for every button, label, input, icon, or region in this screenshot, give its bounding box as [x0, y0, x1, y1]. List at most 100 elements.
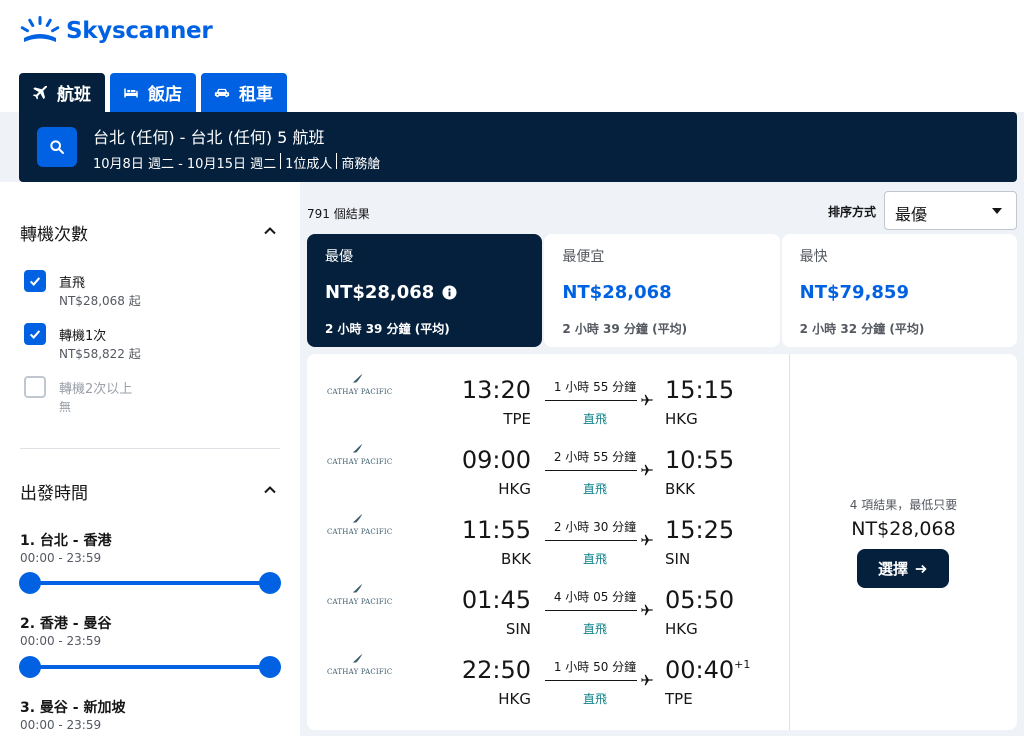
arrival-time: 10:55	[665, 446, 735, 474]
chevron-up-icon[interactable]	[262, 482, 278, 498]
sort-tab-fastest[interactable]: 最快 NT$79,859 2 小時 32 分鐘 (平均)	[781, 234, 1017, 347]
cathay-wing-icon	[352, 373, 363, 383]
stops-label: 直飛	[582, 692, 607, 706]
itinerary-card[interactable]: CATHAY PACIFIC 13:20 TPE 1 小時 55 分鐘 直飛 15:15 H…	[307, 354, 1017, 730]
itinerary-summary: 4 項結果，最低只要 NT$28,068 選擇	[790, 354, 1017, 730]
arrival-time: 15:15	[665, 376, 735, 404]
stop-price: 無	[59, 400, 72, 414]
plane-icon	[641, 394, 653, 406]
sunrise-logo-icon	[20, 16, 60, 42]
divider	[20, 448, 280, 449]
search-dates: 10月8日 週二 - 10月15日 週二	[93, 157, 277, 172]
route-line	[545, 400, 637, 401]
airline-logo: CATHAY PACIFIC	[327, 582, 393, 606]
sort-tab-price: NT$79,859	[799, 282, 909, 303]
cathay-wing-icon	[352, 513, 363, 523]
slider-handle-end[interactable]	[259, 656, 281, 678]
result-count: 791 個結果	[307, 207, 370, 221]
caret-down-icon	[992, 208, 1002, 214]
arrival-time: 05:50	[665, 586, 735, 614]
top-header: Skyscanner 航班 飯店 租車	[0, 0, 1024, 112]
search-icon	[50, 140, 64, 154]
time-range-slider[interactable]	[19, 656, 281, 678]
tab-hotels-label: 飯店	[148, 85, 182, 105]
search-details: 10月8日 週二 - 10月15日 週二 1位成人 商務艙	[93, 153, 380, 172]
departure-time: 22:50	[461, 656, 531, 684]
leg-filter-title: 1. 台北 - 香港	[20, 533, 112, 549]
sort-tab-best[interactable]: 最優 NT$28,068 2 小時 39 分鐘 (平均)	[307, 234, 543, 347]
stop-label: 轉機2次以上	[59, 382, 133, 397]
search-cabin: 商務艙	[341, 157, 381, 172]
leg-filter-range: 00:00 - 23:59	[20, 634, 102, 648]
flight-leg: CATHAY PACIFIC 13:20 TPE 1 小時 55 分鐘 直飛 15:15 H…	[307, 354, 789, 428]
chevron-up-icon[interactable]	[262, 223, 278, 239]
checkbox-one-stop[interactable]	[24, 323, 46, 345]
time-range-slider[interactable]	[19, 572, 281, 594]
airline-name: CATHAY PACIFIC	[327, 598, 393, 606]
select-button[interactable]: 選擇	[857, 549, 949, 588]
flight-leg: CATHAY PACIFIC 01:45 SIN 4 小時 05 分鐘 直飛 05:50 H…	[307, 564, 789, 638]
sort-label: 排序方式	[828, 205, 877, 219]
filter-sidebar: 轉機次數 直飛 NT$28,068 起 轉機1次 NT$58,822 起 轉機2…	[0, 182, 300, 736]
stop-label: 轉機1次	[59, 329, 107, 344]
cathay-wing-icon	[352, 443, 363, 453]
stops-filter-title: 轉機次數	[20, 225, 88, 245]
arrow-right-icon	[915, 564, 927, 573]
tab-flights[interactable]: 航班	[19, 73, 105, 112]
arrival-time-wrap: 10:55	[665, 446, 734, 474]
arrival-time-wrap: 15:15	[665, 376, 734, 404]
tab-cars[interactable]: 租車	[201, 73, 287, 112]
stop-price: NT$58,822 起	[59, 347, 141, 361]
slider-handle-end[interactable]	[259, 572, 281, 594]
sort-value: 最優	[895, 205, 928, 224]
airline-name: CATHAY PACIFIC	[327, 668, 393, 676]
route-line	[545, 470, 637, 471]
cathay-wing-icon	[352, 583, 363, 593]
flight-leg: CATHAY PACIFIC 09:00 HKG 2 小時 55 分鐘 直飛 10:55 B…	[307, 424, 789, 498]
leg-filter-range: 00:00 - 23:59	[20, 551, 102, 565]
sort-tab-price: NT$28,068	[562, 282, 672, 303]
plane-icon	[641, 464, 653, 476]
checkmark-icon	[29, 330, 41, 340]
skyscanner-logo[interactable]: Skyscanner	[20, 14, 213, 48]
arrival-time-wrap: 00:40+1	[665, 656, 750, 684]
arrival-time-wrap: 15:25	[665, 516, 734, 544]
arrival-time: 00:40	[665, 656, 735, 684]
flight-duration: 1 小時 50 分鐘	[553, 660, 637, 674]
search-button[interactable]	[37, 127, 77, 167]
flight-leg: CATHAY PACIFIC 11:55 BKK 2 小時 30 分鐘 直飛 15:25 S…	[307, 494, 789, 568]
stop-option-one-stop[interactable]: 轉機1次 NT$58,822 起	[24, 323, 284, 367]
flight-leg: CATHAY PACIFIC 22:50 HKG 1 小時 50 分鐘 直飛 00:40+…	[307, 634, 789, 708]
sort-tab-price-row: NT$28,068	[325, 282, 457, 303]
plane-icon	[32, 85, 48, 100]
separator	[336, 153, 338, 169]
stop-option-direct[interactable]: 直飛 NT$28,068 起	[24, 270, 284, 314]
sort-tab-name: 最便宜	[562, 249, 605, 265]
leg-filter-title: 3. 曼谷 - 新加坡	[20, 700, 126, 716]
departure-time: 13:20	[461, 376, 531, 404]
separator	[280, 153, 282, 169]
sort-tab-cheapest[interactable]: 最便宜 NT$28,068 2 小時 39 分鐘 (平均)	[544, 234, 780, 347]
checkbox-direct[interactable]	[24, 270, 46, 292]
search-summary-bar[interactable]: 台北 (任何) - 台北 (任何) 5 航班 10月8日 週二 - 10月15日…	[19, 112, 1017, 182]
route-line	[545, 540, 637, 541]
checkmark-icon	[29, 277, 41, 287]
info-icon[interactable]	[442, 285, 457, 300]
airline-name: CATHAY PACIFIC	[327, 528, 393, 536]
leg-filter-range: 00:00 - 23:59	[20, 718, 102, 732]
stop-label: 直飛	[59, 276, 86, 291]
plane-icon	[641, 604, 653, 616]
leg-filter-title: 2. 香港 - 曼谷	[20, 616, 112, 632]
sort-dropdown[interactable]: 最優	[884, 191, 1017, 230]
sort-tab-duration: 2 小時 39 分鐘 (平均)	[562, 322, 688, 336]
slider-handle-start[interactable]	[19, 656, 41, 678]
day-offset: +1	[734, 658, 751, 671]
airline-name: CATHAY PACIFIC	[327, 388, 393, 396]
airline-logo: CATHAY PACIFIC	[327, 442, 392, 466]
car-icon	[214, 88, 230, 97]
slider-handle-start[interactable]	[19, 572, 41, 594]
sort-tabs: 最優 NT$28,068 2 小時 39 分鐘 (平均) 最便宜 NT$28,0…	[307, 234, 1017, 347]
sort-tab-duration: 2 小時 32 分鐘 (平均)	[799, 322, 925, 336]
departure-time: 09:00	[461, 446, 531, 474]
tab-hotels[interactable]: 飯店	[110, 73, 196, 112]
